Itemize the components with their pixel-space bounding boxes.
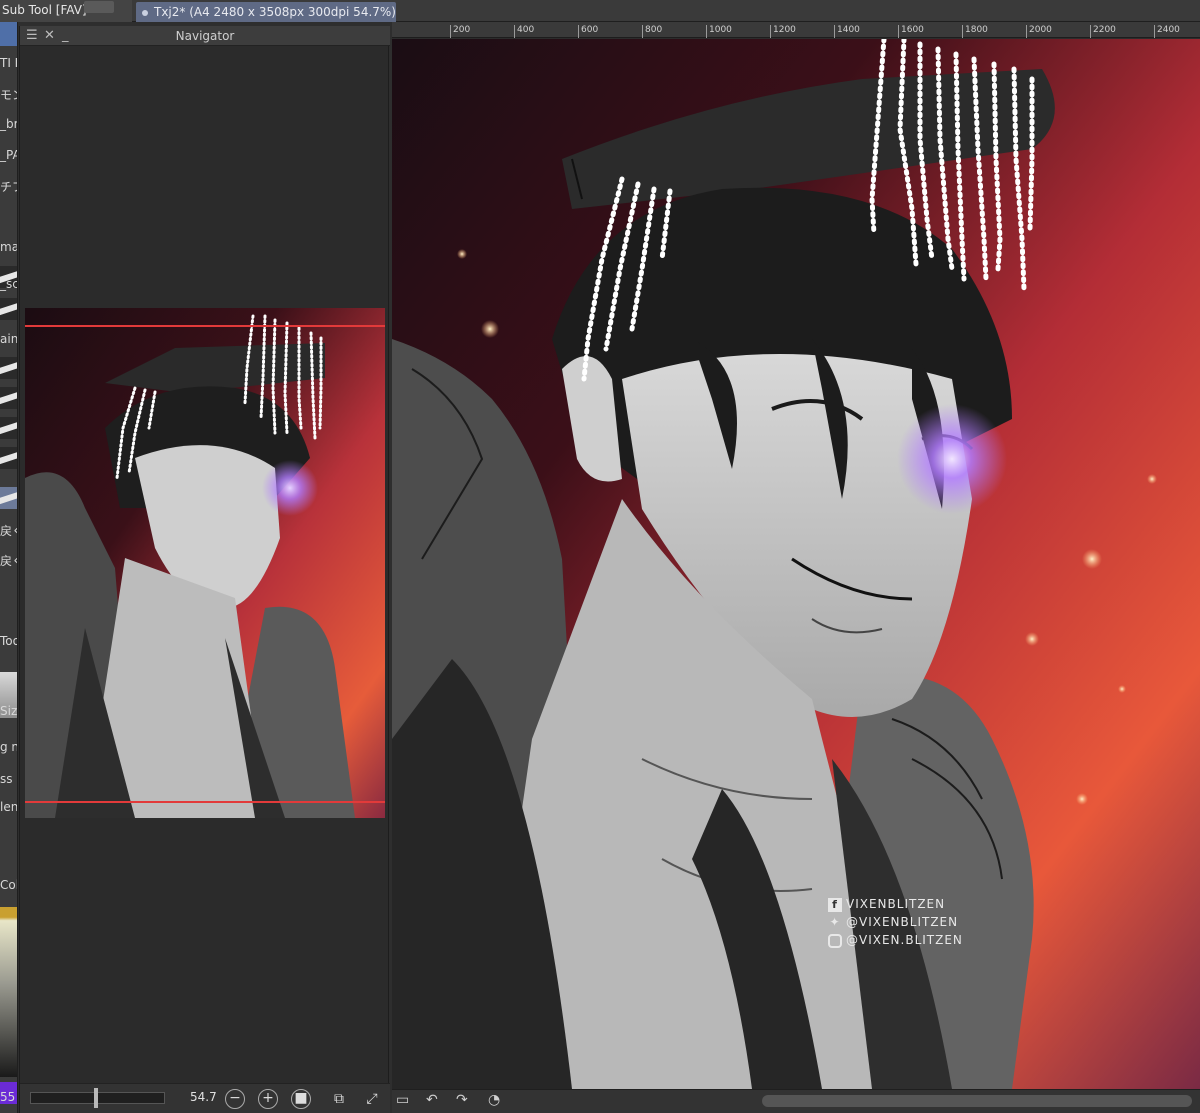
zoom-slider-handle[interactable] xyxy=(94,1088,98,1108)
ruler-tick: 200 xyxy=(450,25,470,38)
tool-property-title: Too xyxy=(0,634,18,648)
fit-page-icon[interactable]: ⧉ xyxy=(329,1089,349,1109)
navigator-thumbnail xyxy=(25,308,385,818)
watermark-instagram-handle: @VIXEN.BLITZEN xyxy=(846,933,963,947)
twitter-icon: ✦ xyxy=(829,915,841,929)
navigator-title: Navigator xyxy=(175,29,235,43)
subtool-item[interactable]: _PA xyxy=(0,148,17,162)
subtool-item[interactable]: TI P xyxy=(0,56,17,70)
subtool-item[interactable]: _sc xyxy=(0,277,17,291)
color-value: 55 xyxy=(0,1090,16,1104)
ruler-tick: 1600 xyxy=(898,25,924,38)
ruler-tick: 1000 xyxy=(706,25,732,38)
horizontal-ruler: 200 400 600 800 1000 1200 1400 1600 1800… xyxy=(392,22,1200,38)
brush-preview[interactable] xyxy=(0,447,17,469)
subtool-item[interactable]: mar xyxy=(0,240,17,254)
canvas-status-bar: ▭ ↶ ↷ ◔ xyxy=(392,1089,1200,1113)
brush-preview[interactable] xyxy=(0,487,17,509)
subtool-item[interactable]: チプ xyxy=(0,178,17,195)
brush-preview[interactable] xyxy=(0,387,17,409)
instagram-icon xyxy=(828,933,842,948)
property-label-size: Size xyxy=(0,704,18,718)
selected-tool-highlight[interactable] xyxy=(0,22,17,46)
property-label: len xyxy=(0,800,18,814)
ruler-tick: 1200 xyxy=(770,25,796,38)
facebook-icon: f xyxy=(828,898,842,912)
ruler-tick: 800 xyxy=(642,25,662,38)
top-bar: Sub Tool [FAV] Txj2* (A4 2480 x 3508px 3… xyxy=(0,0,1200,22)
tab-document[interactable]: Txj2* (A4 2480 x 3508px 300dpi 54.7%) xyxy=(136,2,396,22)
zoom-out-icon[interactable]: − xyxy=(225,1089,245,1109)
watermark-instagram: @VIXEN.BLITZEN xyxy=(828,931,963,949)
zoom-in-icon[interactable]: + xyxy=(258,1089,278,1109)
reset-rotation-icon[interactable]: ◔ xyxy=(488,1092,500,1108)
subtool-strip: TI P モン _bru _PA チプ mar _sc aint 戻く 戻く T… xyxy=(0,22,18,1113)
navigator-header: ☰ ✕ _ Navigator xyxy=(20,26,390,46)
ruler-tick: 2000 xyxy=(1026,25,1052,38)
subtool-item[interactable]: _bru xyxy=(0,117,17,131)
navigator-toolbar: 54.7 − + ■ ⧉ ⤢ xyxy=(20,1083,390,1113)
canvas-area[interactable]: 200 400 600 800 1000 1200 1400 1600 1800… xyxy=(392,22,1200,1113)
watermark-twitter: ✦ @VIXENBLITZEN xyxy=(828,913,963,931)
rotate-right-icon[interactable]: ↷ xyxy=(456,1092,468,1108)
brush-preview[interactable] xyxy=(0,357,17,379)
document-tab-label: Txj2* (A4 2480 x 3508px 300dpi 54.7%) xyxy=(154,5,396,19)
panel-grip[interactable] xyxy=(84,1,114,13)
watermark-facebook-handle: VIXENBLITZEN xyxy=(846,897,946,911)
zoom-slider[interactable] xyxy=(30,1088,165,1108)
canvas-frame-icon[interactable]: ▭ xyxy=(396,1092,409,1108)
horizontal-scrollbar[interactable] xyxy=(762,1095,1192,1107)
fit-icon[interactable]: ■ xyxy=(291,1089,311,1109)
subtool-item[interactable]: モン xyxy=(0,86,17,103)
brush-preview[interactable] xyxy=(0,298,17,320)
ruler-tick: 600 xyxy=(578,25,598,38)
ruler-tick: 2400 xyxy=(1154,25,1180,38)
navigator-preview[interactable] xyxy=(25,308,385,818)
zoom-value: 54.7 xyxy=(190,1090,217,1104)
ruler-tick: 2200 xyxy=(1090,25,1116,38)
watermark-facebook: f VIXENBLITZEN xyxy=(828,895,963,913)
brush-preview[interactable] xyxy=(0,417,17,439)
color-wheel[interactable] xyxy=(0,907,17,1077)
rotate-left-icon[interactable]: ↶ xyxy=(426,1092,438,1108)
subtool-item[interactable]: aint xyxy=(0,332,17,346)
expand-icon[interactable]: ⤢ xyxy=(362,1089,382,1109)
artwork-canvas[interactable]: f VIXENBLITZEN ✦ @VIXENBLITZEN @VIXEN.BLIT… xyxy=(392,39,1200,1089)
ruler-tick: 1400 xyxy=(834,25,860,38)
color-panel-title: Col xyxy=(0,878,18,892)
subtool-item[interactable]: 戻く xyxy=(0,552,17,569)
navigator-panel: ☰ ✕ _ Navigator 54.7 − + ■ ⧉ ⤢ xyxy=(19,26,390,1113)
property-label: ss xyxy=(0,772,13,786)
subtool-item[interactable]: 戻く xyxy=(0,522,17,539)
property-label: g n xyxy=(0,740,18,754)
modified-dot-icon xyxy=(142,9,148,16)
subtool-panel-title-text: Sub Tool [FAV] xyxy=(2,3,87,17)
watermark-twitter-handle: @VIXENBLITZEN xyxy=(846,915,959,929)
ruler-tick: 1800 xyxy=(962,25,988,38)
artist-watermark: f VIXENBLITZEN ✦ @VIXENBLITZEN @VIXEN.BLIT… xyxy=(828,895,963,949)
artwork-illustration xyxy=(392,39,1200,1089)
ruler-tick: 400 xyxy=(514,25,534,38)
